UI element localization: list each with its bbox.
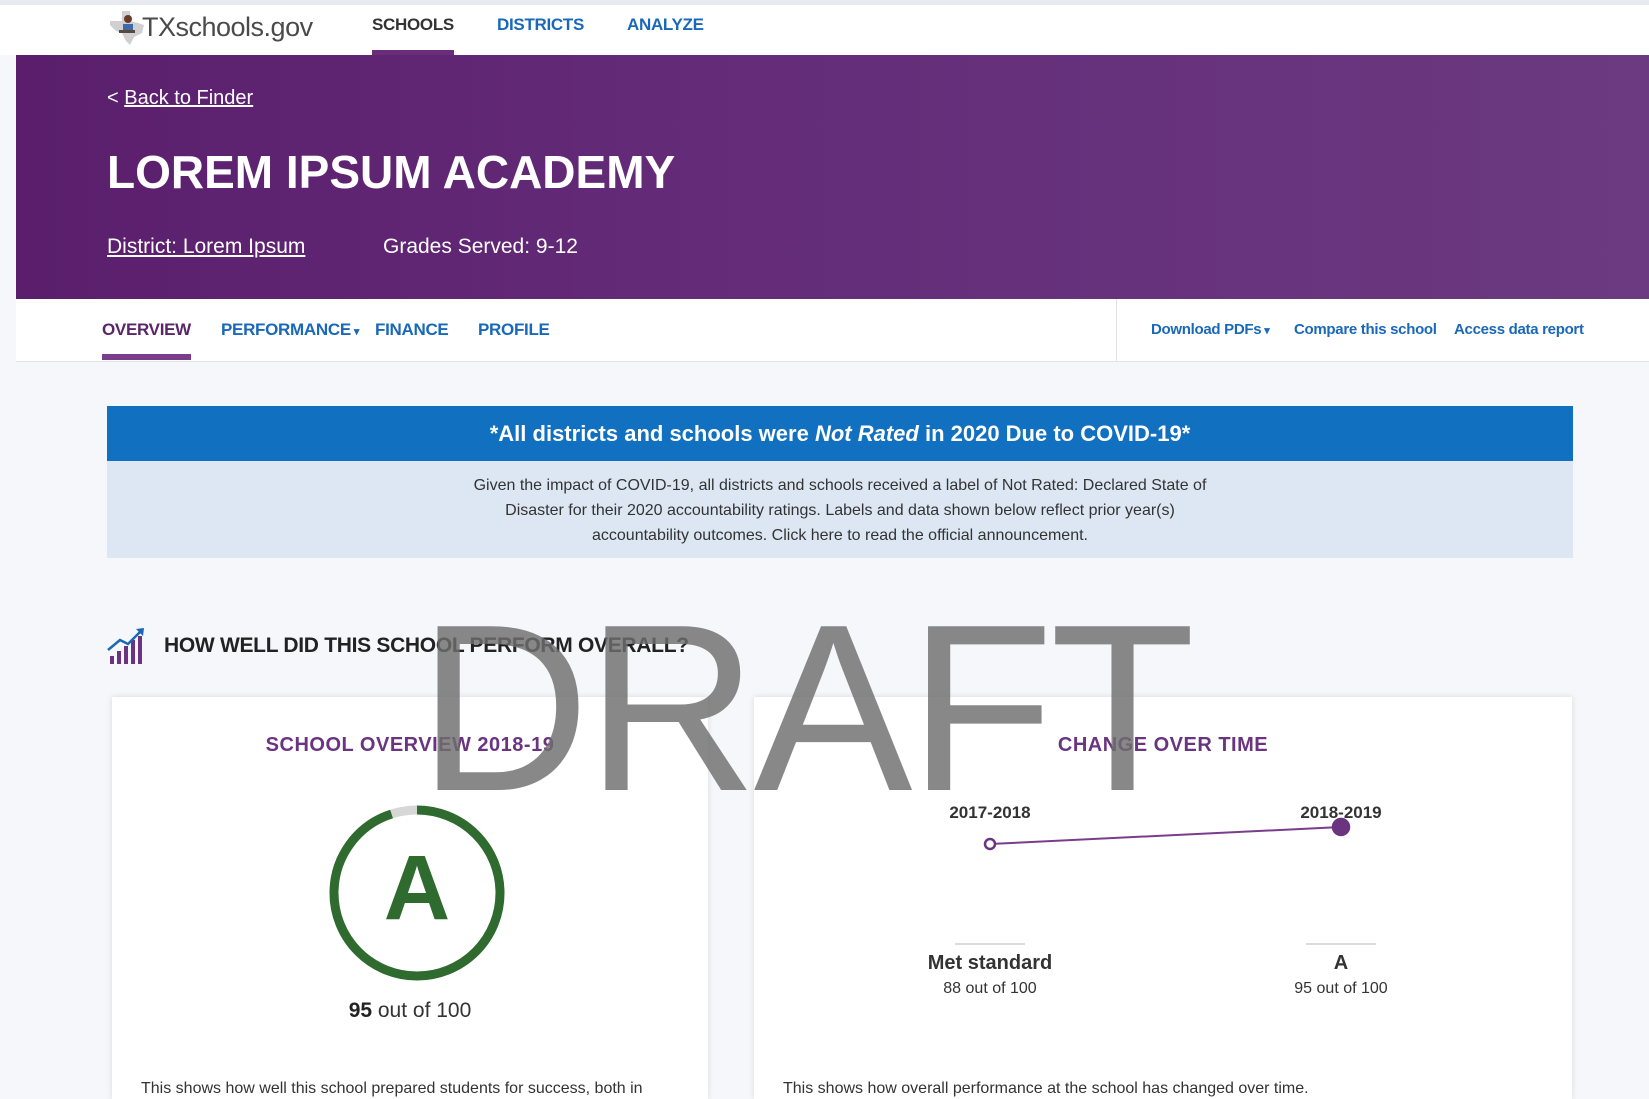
change-over-time-chart <box>955 817 1376 945</box>
covid-heading-pre: *All districts and schools were <box>489 420 815 446</box>
rating-score-suffix: out of 100 <box>1312 980 1388 997</box>
access-data-report-link[interactable]: Access data report <box>1454 321 1584 338</box>
tab-performance[interactable]: PERFORMANCE ▾ <box>221 320 359 340</box>
overview-card-title: SCHOOL OVERVIEW 2018-19 <box>265 734 555 756</box>
data-point <box>983 837 997 851</box>
overview-description: This shows how well this school prepared… <box>141 1080 643 1097</box>
nav-analyze[interactable]: ANALYZE <box>627 15 704 35</box>
download-pdfs-label: Download PDFs <box>1151 321 1262 338</box>
nav-schools[interactable]: SCHOOLS <box>372 15 454 55</box>
rating-score-value: 88 <box>943 980 962 997</box>
download-pdfs-button[interactable]: Download PDFs ▾ <box>1151 321 1270 338</box>
section-heading: HOW WELL DID THIS SCHOOL PERFORM OVERALL… <box>106 626 689 666</box>
rating-score: 95 out of 100 <box>1261 980 1421 998</box>
covid-heading-post: in 2020 Due to COVID-19* <box>918 420 1191 446</box>
overview-score-suffix: out of 100 <box>372 999 472 1022</box>
grades-served: Grades Served: 9-12 <box>383 235 578 258</box>
school-hero: < Back to Finder LOREM IPSUM ACADEMY Dis… <box>16 55 1649 299</box>
rating-score-suffix: out of 100 <box>961 980 1037 997</box>
overview-grade: A <box>383 837 451 939</box>
subnav-divider <box>1116 299 1117 361</box>
covid-banner-heading: *All districts and schools were Not Rate… <box>107 406 1573 461</box>
year-label: 2017-2018 <box>949 803 1031 822</box>
back-to-finder[interactable]: < Back to Finder <box>107 87 253 110</box>
covid-banner-body: Given the impact of COVID-19, all distri… <box>107 461 1573 558</box>
performance-chart-icon <box>107 628 144 664</box>
chevron-down-icon: ▾ <box>353 326 360 338</box>
rating-label: A <box>1333 952 1349 974</box>
rating-score-value: 95 <box>1294 980 1313 997</box>
overview-score: 95 out of 100 <box>112 999 708 1023</box>
back-to-finder-link[interactable]: Back to Finder <box>124 87 253 109</box>
tab-profile[interactable]: PROFILE <box>478 320 550 340</box>
school-overview-card: SCHOOL OVERVIEW 2018-19 A 95 out of 100 … <box>112 697 708 1099</box>
top-bar: TXschools.gov SCHOOLS DISTRICTS ANALYZE <box>0 0 1649 55</box>
change-over-time-card: CHANGE OVER TIME 2017-2018 2018-2019 Met… <box>754 697 1572 1099</box>
covid-heading-em: Not Rated <box>814 420 919 446</box>
logo-text: TXschools.gov <box>142 11 313 42</box>
tab-overview[interactable]: OVERVIEW <box>102 320 191 360</box>
nav-districts[interactable]: DISTRICTS <box>497 15 584 35</box>
trend-line <box>989 826 1342 845</box>
chevron-down-icon: ▾ <box>1264 325 1270 337</box>
rating-label: Met standard <box>927 952 1053 974</box>
school-subnav: OVERVIEW PERFORMANCE ▾ FINANCE PROFILE Do… <box>16 299 1649 362</box>
tab-finance[interactable]: FINANCE <box>375 320 449 340</box>
rating-score: 88 out of 100 <box>910 980 1070 998</box>
back-chevron: < <box>107 87 119 109</box>
tab-performance-label: PERFORMANCE <box>221 320 351 339</box>
overview-score-value: 95 <box>348 999 373 1022</box>
compare-school-link[interactable]: Compare this school <box>1294 321 1437 338</box>
change-description: This shows how overall performance at th… <box>783 1080 1309 1097</box>
site-logo[interactable]: TXschools.gov <box>104 7 313 47</box>
section-title: HOW WELL DID THIS SCHOOL PERFORM OVERALL… <box>164 634 689 657</box>
school-name: LOREM IPSUM ACADEMY <box>107 146 676 198</box>
year-label: 2018-2019 <box>1300 803 1382 822</box>
district-link[interactable]: District: Lorem Ipsum <box>107 235 305 259</box>
